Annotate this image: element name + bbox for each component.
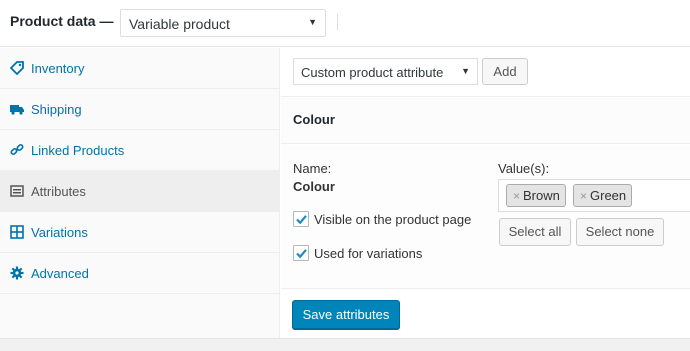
header-divider (337, 14, 338, 30)
tag-icon (9, 61, 24, 76)
select-all-button[interactable]: Select all (499, 218, 571, 246)
add-attribute-button[interactable]: Add (482, 58, 528, 85)
tab-linked-products[interactable]: Linked Products (0, 130, 279, 171)
value-tag-label: Green (590, 188, 627, 203)
variations-checkbox-label: Used for variations (314, 246, 423, 261)
checkmark-icon (296, 249, 307, 259)
product-type-select[interactable]: Variable product ▼ (120, 9, 326, 37)
visible-on-product-page-row: Visible on the product page (293, 211, 493, 229)
chevron-down-icon: ▼ (461, 66, 470, 76)
tab-advanced-label: Advanced (31, 266, 89, 281)
remove-icon[interactable]: × (513, 189, 520, 203)
attribute-values-field[interactable]: × Brown × Green (498, 179, 690, 212)
tab-attributes[interactable]: Attributes (0, 171, 279, 212)
used-for-variations-row: Used for variations (293, 245, 493, 263)
save-attributes-button[interactable]: Save attributes (292, 300, 400, 329)
truck-icon (10, 102, 24, 116)
value-tag[interactable]: × Brown (506, 184, 566, 207)
product-data-header: Product data — Variable product ▼ (0, 0, 690, 47)
attribute-name-label: Name: (293, 161, 332, 176)
tab-advanced[interactable]: Advanced (0, 253, 279, 294)
attribute-heading: Colour (293, 112, 335, 127)
attributes-panel: Custom product attribute ▼ Add Colour Na… (281, 48, 690, 338)
value-tag[interactable]: × Green (573, 184, 633, 207)
list-icon (10, 184, 24, 198)
attribute-header[interactable]: Colour (281, 98, 690, 144)
variations-checkbox[interactable] (293, 245, 309, 261)
tab-variations-label: Variations (31, 225, 88, 240)
product-data-tabs: Inventory Shipping Linked Products Attri… (0, 48, 280, 338)
attribute-select-value: Custom product attribute (301, 65, 444, 80)
select-none-button[interactable]: Select none (576, 218, 664, 246)
tab-shipping[interactable]: Shipping (0, 89, 279, 130)
tab-variations[interactable]: Variations (0, 212, 279, 253)
tab-inventory-label: Inventory (31, 61, 85, 76)
value-tag-label: Brown (523, 188, 560, 203)
product-type-value: Variable product (129, 16, 230, 32)
tab-linked-products-label: Linked Products (31, 143, 125, 158)
tab-inventory[interactable]: Inventory (0, 48, 279, 89)
product-data-title: Product data — (10, 13, 114, 29)
attributes-toolbar: Custom product attribute ▼ Add (281, 48, 690, 97)
attribute-taxonomy-select[interactable]: Custom product attribute ▼ (293, 58, 478, 85)
gear-icon (10, 266, 24, 280)
grid-icon (10, 225, 24, 239)
tab-attributes-label: Attributes (31, 184, 86, 199)
chevron-down-icon: ▼ (308, 17, 317, 27)
checkmark-icon (296, 215, 307, 225)
panel-bottom-border (0, 338, 690, 351)
visible-checkbox[interactable] (293, 211, 309, 227)
values-label: Value(s): (498, 161, 550, 176)
visible-checkbox-label: Visible on the product page (314, 212, 472, 227)
attribute-name-value: Colour (293, 179, 335, 194)
attributes-footer: Save attributes (281, 290, 690, 338)
tab-shipping-label: Shipping (31, 102, 82, 117)
remove-icon[interactable]: × (580, 189, 587, 203)
link-icon (10, 143, 24, 157)
attribute-body: Name: Colour Visible on the product page… (281, 145, 690, 289)
